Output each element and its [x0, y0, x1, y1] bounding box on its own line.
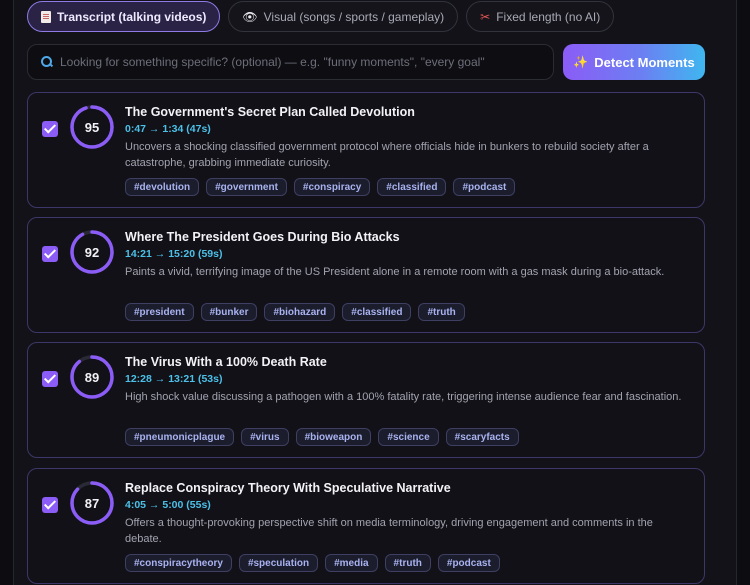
- tag-list: #pneumonicplague #virus #bioweapon #scie…: [125, 428, 519, 446]
- tab-transcript[interactable]: Transcript (talking videos): [27, 1, 221, 32]
- tag[interactable]: #science: [378, 428, 439, 446]
- tag[interactable]: #classified: [342, 303, 412, 321]
- moment-checkbox[interactable]: [42, 497, 58, 513]
- moment-time: 4:05 → 5:00 (55s): [125, 499, 211, 511]
- tag-list: #president #bunker #biohazard #classifie…: [125, 303, 465, 321]
- search-input[interactable]: [60, 55, 553, 69]
- tag[interactable]: #pneumonicplague: [125, 428, 235, 446]
- tag[interactable]: #podcast: [453, 178, 516, 196]
- score-value: 87: [84, 495, 100, 511]
- search-icon: [41, 56, 53, 68]
- score-value: 92: [84, 244, 100, 260]
- moment-description: Offers a thought-provoking perspective s…: [125, 517, 653, 545]
- tag[interactable]: #conspiracy: [293, 178, 371, 196]
- tag[interactable]: #virus: [241, 428, 289, 446]
- tag[interactable]: #podcast: [437, 554, 500, 572]
- search-box: [27, 44, 554, 80]
- tab-visual[interactable]: 👁 Visual (songs / sports / gameplay): [228, 1, 459, 32]
- moment-title: Where The President Goes During Bio Atta…: [125, 230, 400, 244]
- tag-list: #devolution #government #conspiracy #cla…: [125, 178, 516, 196]
- moment-title: The Virus With a 100% Death Rate: [125, 355, 327, 369]
- detect-moments-button[interactable]: ✨ Detect Moments: [563, 44, 705, 80]
- score-ring: 92: [69, 229, 115, 275]
- tag[interactable]: #scaryfacts: [445, 428, 519, 446]
- tag[interactable]: #government: [206, 178, 287, 196]
- moment-card: 92 Where The President Goes During Bio A…: [27, 217, 705, 333]
- tag[interactable]: #conspiracytheory: [125, 554, 232, 572]
- tag[interactable]: #bunker: [200, 303, 258, 321]
- score-value: 89: [84, 369, 100, 385]
- moment-checkbox[interactable]: [42, 371, 58, 387]
- moment-card: 87 Replace Conspiracy Theory With Specul…: [27, 468, 705, 584]
- tab-fixed-length-label: Fixed length (no AI): [496, 9, 601, 24]
- tag[interactable]: #speculation: [238, 554, 319, 572]
- scissors-icon: ✂: [480, 9, 491, 24]
- moment-description: Paints a vivid, terrifying image of the …: [125, 266, 665, 278]
- tag[interactable]: #media: [325, 554, 378, 572]
- score-ring: 89: [69, 354, 115, 400]
- score-ring: 87: [69, 480, 115, 526]
- document-icon: [41, 10, 51, 23]
- tag[interactable]: #bioweapon: [295, 428, 372, 446]
- moment-title: The Government's Secret Plan Called Devo…: [125, 105, 415, 119]
- tab-visual-label: Visual (songs / sports / gameplay): [263, 9, 445, 24]
- eye-icon: 👁: [242, 9, 258, 24]
- tab-transcript-label: Transcript (talking videos): [57, 9, 207, 24]
- tab-fixed-length[interactable]: ✂ Fixed length (no AI): [466, 1, 615, 32]
- tag[interactable]: #biohazard: [264, 303, 336, 321]
- tag[interactable]: #truth: [384, 554, 431, 572]
- moment-description: Uncovers a shocking classified governmen…: [125, 141, 649, 169]
- tag[interactable]: #truth: [418, 303, 465, 321]
- tag[interactable]: #devolution: [125, 178, 200, 196]
- tag[interactable]: #classified: [377, 178, 447, 196]
- moment-title: Replace Conspiracy Theory With Speculati…: [125, 481, 451, 495]
- moment-time: 14:21 → 15:20 (59s): [125, 248, 223, 260]
- moment-card: 89 The Virus With a 100% Death Rate 12:2…: [27, 342, 705, 458]
- detect-moments-label: Detect Moments: [594, 54, 695, 70]
- tag[interactable]: #president: [125, 303, 194, 321]
- moment-checkbox[interactable]: [42, 121, 58, 137]
- moment-checkbox[interactable]: [42, 246, 58, 262]
- moment-description: High shock value discussing a pathogen w…: [125, 391, 682, 403]
- moment-time: 0:47 → 1:34 (47s): [125, 123, 211, 135]
- score-value: 95: [84, 119, 100, 135]
- tag-list: #conspiracytheory #speculation #media #t…: [125, 554, 500, 572]
- score-ring: 95: [69, 104, 115, 150]
- sparkles-icon: ✨: [573, 55, 589, 69]
- mode-tabs: Transcript (talking videos) 👁 Visual (so…: [27, 1, 615, 32]
- moment-time: 12:28 → 13:21 (53s): [125, 373, 223, 385]
- moment-card: 95 The Government's Secret Plan Called D…: [27, 92, 705, 208]
